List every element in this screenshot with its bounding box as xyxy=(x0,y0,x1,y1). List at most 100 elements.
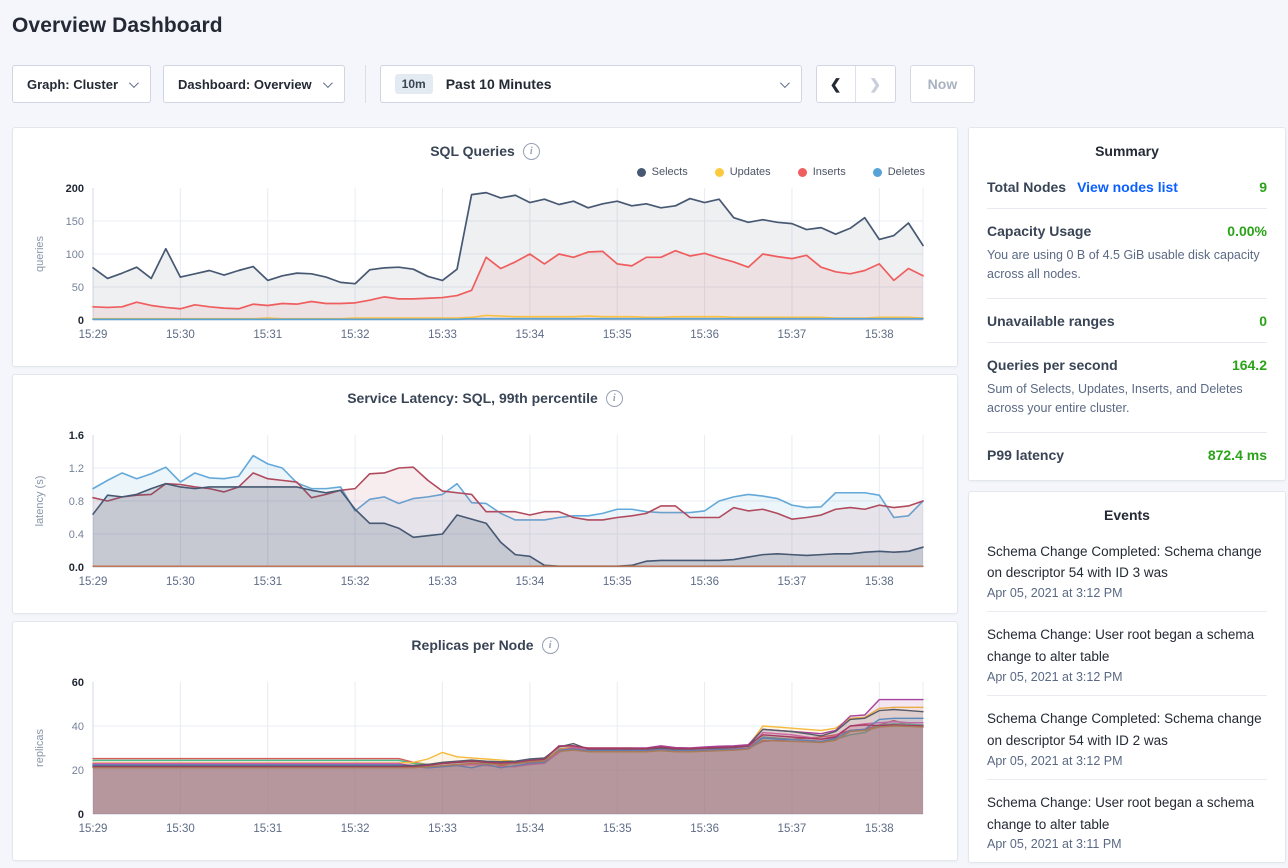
summary-panel: Summary Total Nodes View nodes list 9 Ca… xyxy=(968,127,1286,481)
svg-text:15:35: 15:35 xyxy=(603,329,632,341)
previous-time-window-button[interactable]: ❮ xyxy=(817,66,856,102)
svg-text:15:29: 15:29 xyxy=(79,823,108,835)
chart-title: Replicas per Node xyxy=(411,637,533,653)
legend-item[interactable]: Inserts xyxy=(798,166,846,178)
now-button[interactable]: Now xyxy=(910,65,976,103)
svg-text:0: 0 xyxy=(78,809,84,821)
svg-text:20: 20 xyxy=(72,765,84,777)
chart-title: SQL Queries xyxy=(430,143,515,159)
event-text: Schema Change: User root began a schema … xyxy=(987,792,1267,836)
event-list-item: Schema Change: User root began a schema … xyxy=(987,612,1267,696)
graph-dropdown-label: Graph: Cluster xyxy=(27,77,118,92)
charts-column: SQL Queries i Selects Updates Inserts Delet… xyxy=(12,127,958,861)
event-text: Schema Change Completed: Schema change o… xyxy=(987,541,1267,585)
legend-item[interactable]: Updates xyxy=(715,166,771,178)
svg-text:15:36: 15:36 xyxy=(690,576,719,588)
svg-text:15:37: 15:37 xyxy=(778,823,807,835)
p99-latency-value: 872.4 ms xyxy=(1208,447,1267,463)
svg-text:15:30: 15:30 xyxy=(166,329,195,341)
svg-text:15:35: 15:35 xyxy=(603,823,632,835)
capacity-usage-label: Capacity Usage xyxy=(987,223,1091,239)
controls-divider xyxy=(365,65,366,103)
chart-legend xyxy=(29,409,941,429)
chevron-left-icon: ❮ xyxy=(830,76,842,93)
info-icon[interactable]: i xyxy=(606,390,623,407)
service-latency-chart: 0.00.40.81.21.615:2915:3015:3115:3215:33… xyxy=(29,429,943,601)
event-list-item: Schema Change Completed: Schema change o… xyxy=(987,529,1267,613)
svg-text:15:30: 15:30 xyxy=(166,823,195,835)
svg-text:15:32: 15:32 xyxy=(341,329,370,341)
svg-text:150: 150 xyxy=(66,216,84,228)
svg-text:100: 100 xyxy=(66,249,84,261)
event-timestamp: Apr 05, 2021 at 3:11 PM xyxy=(987,837,1267,851)
legend-item[interactable]: Deletes xyxy=(873,166,925,178)
svg-text:15:32: 15:32 xyxy=(341,823,370,835)
next-time-window-button[interactable]: ❯ xyxy=(856,66,895,102)
chart-legend: Selects Updates Inserts Deletes xyxy=(29,162,941,182)
svg-text:15:33: 15:33 xyxy=(428,823,457,835)
service-latency-chart-card: Service Latency: SQL, 99th percentile i … xyxy=(12,374,958,614)
events-panel-title: Events xyxy=(987,507,1267,523)
svg-text:15:30: 15:30 xyxy=(166,576,195,588)
main-content: SQL Queries i Selects Updates Inserts Delet… xyxy=(12,127,1286,863)
svg-text:15:36: 15:36 xyxy=(690,329,719,341)
svg-text:15:33: 15:33 xyxy=(428,329,457,341)
queries-per-second-value: 164.2 xyxy=(1232,357,1267,373)
legend-label: Deletes xyxy=(888,166,925,178)
chevron-down-icon xyxy=(129,78,139,88)
svg-text:15:29: 15:29 xyxy=(79,576,108,588)
legend-label: Updates xyxy=(730,166,771,178)
svg-text:200: 200 xyxy=(66,183,84,195)
svg-text:15:33: 15:33 xyxy=(428,576,457,588)
view-nodes-list-link[interactable]: View nodes list xyxy=(1077,179,1178,195)
svg-text:15:38: 15:38 xyxy=(865,329,894,341)
svg-text:15:31: 15:31 xyxy=(253,576,282,588)
summary-row-p99-latency: P99 latency 872.4 ms xyxy=(987,432,1267,476)
unavailable-ranges-label: Unavailable ranges xyxy=(987,313,1115,329)
legend-dot-icon xyxy=(873,168,882,177)
svg-text:queries: queries xyxy=(34,235,46,272)
time-range-label: Past 10 Minutes xyxy=(446,76,552,92)
event-timestamp: Apr 05, 2021 at 3:12 PM xyxy=(987,586,1267,600)
chart-legend xyxy=(29,656,941,676)
time-range-badge: 10m xyxy=(395,74,433,94)
time-range-picker[interactable]: 10m Past 10 Minutes xyxy=(380,65,802,103)
event-timestamp: Apr 05, 2021 at 3:12 PM xyxy=(987,754,1267,768)
total-nodes-label: Total Nodes xyxy=(987,179,1066,195)
legend-dot-icon xyxy=(637,168,646,177)
queries-per-second-label: Queries per second xyxy=(987,357,1118,373)
event-text: Schema Change: User root began a schema … xyxy=(987,624,1267,668)
svg-text:15:37: 15:37 xyxy=(778,329,807,341)
overview-dashboard-page: Overview Dashboard Graph: Cluster Dashbo… xyxy=(0,14,1288,863)
info-icon[interactable]: i xyxy=(523,143,540,160)
dashboard-dropdown-label: Dashboard: Overview xyxy=(178,77,312,92)
chevron-right-icon: ❯ xyxy=(869,76,881,93)
dashboard-dropdown[interactable]: Dashboard: Overview xyxy=(163,65,345,103)
svg-text:0.4: 0.4 xyxy=(69,529,84,541)
capacity-usage-value: 0.00% xyxy=(1227,223,1267,239)
svg-text:15:29: 15:29 xyxy=(79,329,108,341)
svg-text:15:32: 15:32 xyxy=(341,576,370,588)
svg-text:15:36: 15:36 xyxy=(690,823,719,835)
unavailable-ranges-value: 0 xyxy=(1259,313,1267,329)
info-icon[interactable]: i xyxy=(542,637,559,654)
svg-text:0: 0 xyxy=(78,315,84,327)
legend-label: Inserts xyxy=(813,166,846,178)
sql-queries-chart: 05010015020015:2915:3015:3115:3215:3315:… xyxy=(29,182,943,354)
svg-text:15:34: 15:34 xyxy=(515,823,544,835)
svg-text:0.0: 0.0 xyxy=(69,562,84,574)
svg-text:1.6: 1.6 xyxy=(69,430,84,442)
graph-dropdown[interactable]: Graph: Cluster xyxy=(12,65,151,103)
chevron-down-icon xyxy=(780,78,790,88)
summary-panel-title: Summary xyxy=(987,143,1267,159)
total-nodes-value: 9 xyxy=(1259,179,1267,195)
event-timestamp: Apr 05, 2021 at 3:12 PM xyxy=(987,670,1267,684)
controls-bar: Graph: Cluster Dashboard: Overview 10m P… xyxy=(12,65,1286,103)
summary-row-capacity: Capacity Usage 0.00% You are using 0 B o… xyxy=(987,208,1267,298)
legend-item[interactable]: Selects xyxy=(637,166,688,178)
replicas-per-node-chart: 020406015:2915:3015:3115:3215:3315:3415:… xyxy=(29,676,943,848)
svg-text:15:38: 15:38 xyxy=(865,576,894,588)
sql-queries-chart-card: SQL Queries i Selects Updates Inserts Delet… xyxy=(12,127,958,367)
summary-row-qps: Queries per second 164.2 Sum of Selects,… xyxy=(987,342,1267,432)
event-text: Schema Change Completed: Schema change o… xyxy=(987,708,1267,752)
